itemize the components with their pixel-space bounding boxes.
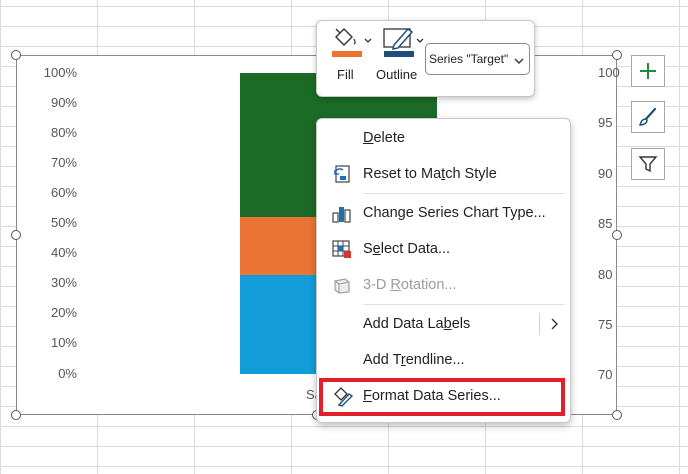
right-tick: 75 [598, 317, 613, 332]
series-select-dropdown[interactable]: Series "Target" [425, 43, 530, 75]
menu-item-change-chart-type[interactable]: Change Series Chart Type... [317, 196, 570, 230]
left-tick: 40% [50, 245, 77, 260]
menu-item-label: Reset to Match Style [363, 166, 497, 182]
filter-icon [638, 156, 658, 173]
menu-item-label: 3-D Rotation... [363, 277, 457, 293]
right-tick: 80 [598, 267, 613, 282]
series-select-value: Series "Target" [429, 52, 509, 66]
chart-type-icon [331, 202, 353, 224]
left-tick: 100% [43, 65, 77, 80]
left-tick: 90% [50, 95, 77, 110]
menu-separator [363, 193, 565, 194]
chevron-down-icon [514, 58, 524, 64]
menu-item-add-data-labels[interactable]: Add Data Labels [317, 307, 570, 341]
left-tick: 60% [50, 185, 77, 200]
left-tick: 20% [50, 305, 77, 320]
reset-style-icon [331, 163, 353, 185]
resize-handle-w[interactable] [11, 230, 21, 240]
menu-item-3d-rotation: 3-D Rotation... [317, 268, 570, 302]
plus-icon [640, 63, 656, 79]
left-tick: 70% [50, 155, 77, 170]
fill-button[interactable] [330, 25, 374, 58]
fill-color-swatch [332, 51, 362, 57]
right-tick: 85 [598, 216, 613, 231]
chevron-right-icon [551, 318, 558, 330]
right-tick: 70 [598, 367, 613, 382]
chart-filters-button[interactable] [631, 148, 665, 180]
brush-icon [638, 107, 657, 126]
left-tick: 30% [50, 275, 77, 290]
chart-elements-button[interactable] [631, 55, 665, 87]
menu-item-label: Add Data Labels [363, 316, 471, 332]
resize-handle-se[interactable] [612, 410, 622, 420]
resize-handle-nw[interactable] [11, 50, 21, 60]
menu-item-add-trendline[interactable]: Add Trendline... [317, 343, 570, 377]
rotation-icon [331, 274, 353, 296]
left-tick: 0% [58, 366, 77, 381]
left-tick: 10% [50, 335, 77, 350]
left-tick: 80% [50, 125, 77, 140]
select-data-icon [331, 238, 353, 260]
chart-styles-button[interactable] [631, 101, 665, 133]
left-tick: 50% [50, 215, 77, 230]
menu-separator [363, 304, 565, 305]
submenu-divider [539, 313, 540, 335]
resize-handle-sw[interactable] [11, 410, 21, 420]
outline-button[interactable] [382, 25, 426, 58]
menu-item-delete[interactable]: Delete [317, 121, 570, 155]
menu-item-label: Select Data... [363, 241, 451, 257]
menu-item-label: Delete [363, 130, 405, 146]
resize-handle-ne[interactable] [612, 50, 622, 60]
menu-item-label: Change Series Chart Type... [363, 205, 546, 221]
menu-item-reset-style[interactable]: Reset to Match Style [317, 157, 570, 191]
menu-item-select-data[interactable]: Select Data... [317, 232, 570, 266]
fill-label: Fill [337, 67, 354, 82]
resize-handle-e[interactable] [612, 230, 622, 240]
outline-label: Outline [376, 67, 418, 82]
highlight-box [319, 378, 565, 416]
menu-item-label: Add Trendline... [363, 352, 465, 368]
outline-color-swatch [384, 51, 414, 57]
